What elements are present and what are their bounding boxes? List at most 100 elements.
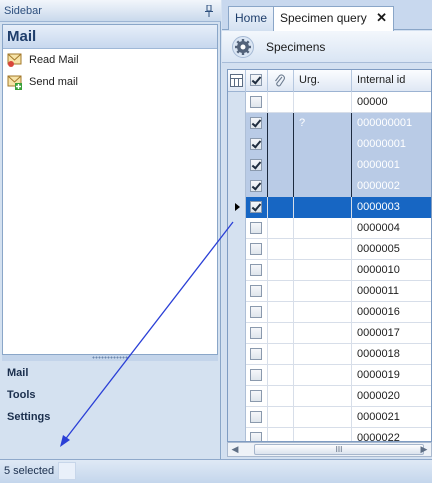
table-row[interactable]: 00000001 bbox=[228, 134, 431, 155]
column-header-internal-id[interactable]: Internal id bbox=[352, 70, 431, 92]
urgency-cell[interactable] bbox=[294, 407, 352, 428]
row-selector[interactable] bbox=[228, 92, 246, 113]
internal-id-cell[interactable]: 0000002 bbox=[352, 176, 431, 197]
pin-icon[interactable] bbox=[205, 5, 213, 17]
internal-id-cell[interactable]: 0000022 bbox=[352, 428, 431, 441]
row-checkbox[interactable] bbox=[250, 117, 262, 129]
urgency-cell[interactable] bbox=[294, 302, 352, 323]
row-checkbox[interactable] bbox=[250, 180, 262, 192]
attachment-cell[interactable] bbox=[268, 428, 294, 441]
scroll-thumb[interactable]: III bbox=[254, 444, 424, 455]
row-selector[interactable] bbox=[228, 428, 246, 441]
select-all-checkbox[interactable] bbox=[250, 74, 262, 86]
table-row[interactable]: ? 000000001 bbox=[228, 113, 431, 134]
attachment-cell[interactable] bbox=[268, 302, 294, 323]
internal-id-cell[interactable]: 0000004 bbox=[352, 218, 431, 239]
row-checkbox[interactable] bbox=[250, 390, 262, 402]
urgency-cell[interactable] bbox=[294, 155, 352, 176]
row-selector[interactable] bbox=[228, 260, 246, 281]
attachment-cell[interactable] bbox=[268, 260, 294, 281]
row-checkbox[interactable] bbox=[250, 201, 262, 213]
specimens-button[interactable] bbox=[232, 36, 254, 58]
urgency-cell[interactable] bbox=[294, 386, 352, 407]
internal-id-cell[interactable]: 0000021 bbox=[352, 407, 431, 428]
table-row[interactable]: 0000016 bbox=[228, 302, 431, 323]
tab-specimen-query[interactable]: Specimen query ✕ bbox=[273, 6, 394, 31]
urgency-cell[interactable] bbox=[294, 92, 352, 113]
attachment-cell[interactable] bbox=[268, 239, 294, 260]
internal-id-cell[interactable]: 0000005 bbox=[352, 239, 431, 260]
table-row[interactable]: 00000 bbox=[228, 92, 431, 113]
attachment-column-header[interactable] bbox=[268, 70, 294, 92]
row-checkbox[interactable] bbox=[250, 222, 262, 234]
table-row[interactable]: 0000019 bbox=[228, 365, 431, 386]
internal-id-cell[interactable]: 0000011 bbox=[352, 281, 431, 302]
row-selector[interactable] bbox=[228, 155, 246, 176]
attachment-cell[interactable] bbox=[268, 281, 294, 302]
attachment-cell[interactable] bbox=[268, 176, 294, 197]
table-row[interactable]: 0000022 bbox=[228, 428, 431, 441]
row-checkbox[interactable] bbox=[250, 369, 262, 381]
urgency-cell[interactable] bbox=[294, 281, 352, 302]
row-selector[interactable] bbox=[228, 365, 246, 386]
row-selector[interactable] bbox=[228, 197, 246, 218]
urgency-cell[interactable] bbox=[294, 134, 352, 155]
row-selector[interactable] bbox=[228, 302, 246, 323]
urgency-cell[interactable] bbox=[294, 239, 352, 260]
urgency-cell[interactable] bbox=[294, 218, 352, 239]
column-header-urgency[interactable]: Urg. bbox=[294, 70, 352, 92]
urgency-cell[interactable]: ? bbox=[294, 113, 352, 134]
row-selector[interactable] bbox=[228, 407, 246, 428]
urgency-cell[interactable] bbox=[294, 344, 352, 365]
column-chooser-button[interactable] bbox=[228, 70, 246, 92]
table-row[interactable]: 0000001 bbox=[228, 155, 431, 176]
row-selector[interactable] bbox=[228, 323, 246, 344]
internal-id-cell[interactable]: 0000010 bbox=[352, 260, 431, 281]
splitter-grip[interactable] bbox=[92, 356, 128, 359]
urgency-cell[interactable] bbox=[294, 176, 352, 197]
nav-button-mail[interactable]: Mail bbox=[0, 362, 220, 384]
table-row[interactable]: 0000002 bbox=[228, 176, 431, 197]
row-checkbox[interactable] bbox=[250, 306, 262, 318]
row-checkbox[interactable] bbox=[250, 432, 262, 441]
close-icon[interactable]: ✕ bbox=[376, 7, 387, 29]
table-row[interactable]: 0000004 bbox=[228, 218, 431, 239]
sidebar-item-send-mail[interactable]: Send mail bbox=[3, 71, 217, 93]
internal-id-cell[interactable]: 0000003 bbox=[352, 197, 431, 218]
row-checkbox[interactable] bbox=[250, 264, 262, 276]
urgency-cell[interactable] bbox=[294, 365, 352, 386]
row-checkbox[interactable] bbox=[250, 348, 262, 360]
internal-id-cell[interactable]: 0000016 bbox=[352, 302, 431, 323]
select-all-cell[interactable] bbox=[246, 70, 268, 92]
row-selector[interactable] bbox=[228, 386, 246, 407]
attachment-cell[interactable] bbox=[268, 113, 294, 134]
scroll-left-button[interactable]: ◀ bbox=[229, 444, 241, 455]
nav-button-tools[interactable]: Tools bbox=[0, 384, 220, 406]
internal-id-cell[interactable]: 0000017 bbox=[352, 323, 431, 344]
table-row[interactable]: 0000005 bbox=[228, 239, 431, 260]
table-row[interactable]: 0000018 bbox=[228, 344, 431, 365]
row-selector[interactable] bbox=[228, 176, 246, 197]
attachment-cell[interactable] bbox=[268, 344, 294, 365]
row-checkbox[interactable] bbox=[250, 285, 262, 297]
row-checkbox[interactable] bbox=[250, 327, 262, 339]
row-checkbox[interactable] bbox=[250, 411, 262, 423]
row-checkbox[interactable] bbox=[250, 96, 262, 108]
urgency-cell[interactable] bbox=[294, 323, 352, 344]
internal-id-cell[interactable]: 000000001 bbox=[352, 113, 431, 134]
internal-id-cell[interactable]: 0000001 bbox=[352, 155, 431, 176]
table-row[interactable]: 0000003 bbox=[228, 197, 431, 218]
internal-id-cell[interactable]: 00000001 bbox=[352, 134, 431, 155]
attachment-cell[interactable] bbox=[268, 407, 294, 428]
internal-id-cell[interactable]: 00000 bbox=[352, 92, 431, 113]
attachment-cell[interactable] bbox=[268, 323, 294, 344]
row-selector[interactable] bbox=[228, 344, 246, 365]
tab-home[interactable]: Home bbox=[228, 6, 275, 30]
row-selector[interactable] bbox=[228, 218, 246, 239]
table-row[interactable]: 0000011 bbox=[228, 281, 431, 302]
internal-id-cell[interactable]: 0000018 bbox=[352, 344, 431, 365]
urgency-cell[interactable] bbox=[294, 197, 352, 218]
internal-id-cell[interactable]: 0000020 bbox=[352, 386, 431, 407]
scroll-right-button[interactable]: ▶ bbox=[418, 444, 430, 455]
attachment-cell[interactable] bbox=[268, 365, 294, 386]
